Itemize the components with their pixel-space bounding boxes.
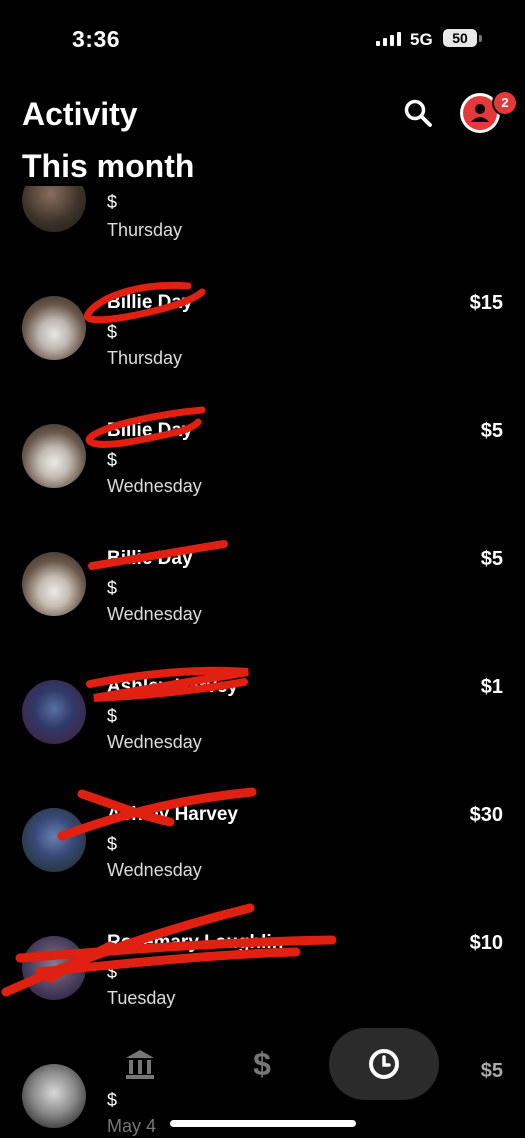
transaction-type: $ bbox=[107, 962, 118, 982]
transaction-day: Wednesday bbox=[107, 604, 202, 624]
tab-money[interactable]: $ bbox=[222, 1028, 302, 1100]
avatar bbox=[22, 186, 86, 232]
transaction-amount: $30 bbox=[469, 804, 503, 826]
avatar bbox=[22, 808, 86, 872]
section-title: This month bbox=[22, 148, 195, 184]
battery-tip bbox=[479, 35, 482, 42]
avatar bbox=[22, 424, 86, 488]
page-title: Activity bbox=[22, 96, 138, 132]
avatar bbox=[22, 936, 86, 1000]
avatar bbox=[22, 552, 86, 616]
transaction-amount: $5 bbox=[480, 548, 503, 570]
contact-name: Ashley Harvey bbox=[107, 804, 238, 825]
transaction-day: Thursday bbox=[107, 220, 183, 240]
contact-name: Billie Day bbox=[107, 548, 193, 569]
search-icon[interactable] bbox=[403, 98, 433, 128]
avatar bbox=[22, 680, 86, 744]
transaction-row[interactable]: $ Thursday bbox=[0, 186, 525, 286]
bank-icon bbox=[126, 1050, 154, 1079]
transaction-type: $ bbox=[107, 578, 118, 598]
transaction-type: $ bbox=[107, 834, 118, 854]
transaction-amount: $10 bbox=[469, 932, 503, 954]
transaction-row[interactable]: Billie Day $ Thursday $15 bbox=[0, 281, 525, 414]
transaction-row[interactable]: Billie Day $ Wednesday $5 bbox=[0, 540, 525, 670]
battery-icon: 50 bbox=[443, 29, 477, 47]
transaction-row[interactable]: Ashley Harvey $ Wednesday $30 bbox=[0, 787, 525, 926]
transaction-day: Wednesday bbox=[107, 732, 202, 752]
clock-icon bbox=[369, 1049, 399, 1079]
notification-badge: 2 bbox=[492, 90, 518, 116]
tab-banking[interactable] bbox=[100, 1028, 180, 1100]
home-indicator bbox=[170, 1120, 356, 1127]
network-type: 5G bbox=[410, 30, 433, 49]
transaction-day: Wednesday bbox=[107, 476, 202, 496]
transaction-day: May 4 bbox=[107, 1116, 157, 1136]
avatar bbox=[22, 296, 86, 360]
transaction-type: $ bbox=[107, 192, 118, 212]
transaction-type: $ bbox=[107, 450, 118, 470]
transaction-type: $ bbox=[107, 706, 118, 726]
transaction-row[interactable]: Billie Day $ Wednesday $5 bbox=[0, 406, 525, 542]
transaction-day: Tuesday bbox=[107, 988, 176, 1008]
contact-name: Billie Day bbox=[107, 292, 193, 313]
status-bar: 3:36 5G 50 bbox=[0, 0, 525, 80]
dollar-icon: $ bbox=[253, 1045, 271, 1082]
activity-list[interactable]: $ Thursday Billie Day $ Thursday $15 Bil… bbox=[0, 186, 525, 1138]
transaction-type: $ bbox=[107, 322, 118, 342]
contact-name: Billie Day bbox=[107, 420, 193, 441]
transaction-amount: $5 bbox=[480, 420, 503, 442]
transaction-row[interactable]: Ashley Harvey $ Wednesday $1 bbox=[0, 666, 525, 798]
signal-icon bbox=[376, 32, 401, 46]
status-time: 3:36 bbox=[72, 26, 121, 52]
transaction-day: Wednesday bbox=[107, 860, 202, 880]
transaction-day: Thursday bbox=[107, 348, 183, 368]
tab-bar: $ bbox=[0, 1028, 525, 1100]
transaction-amount: $15 bbox=[469, 292, 503, 314]
contact-name: Rosemary Laughlin bbox=[107, 932, 284, 953]
tab-activity[interactable] bbox=[329, 1028, 439, 1100]
contact-name: Ashley Harvey bbox=[107, 676, 238, 697]
transaction-amount: $1 bbox=[480, 676, 503, 698]
